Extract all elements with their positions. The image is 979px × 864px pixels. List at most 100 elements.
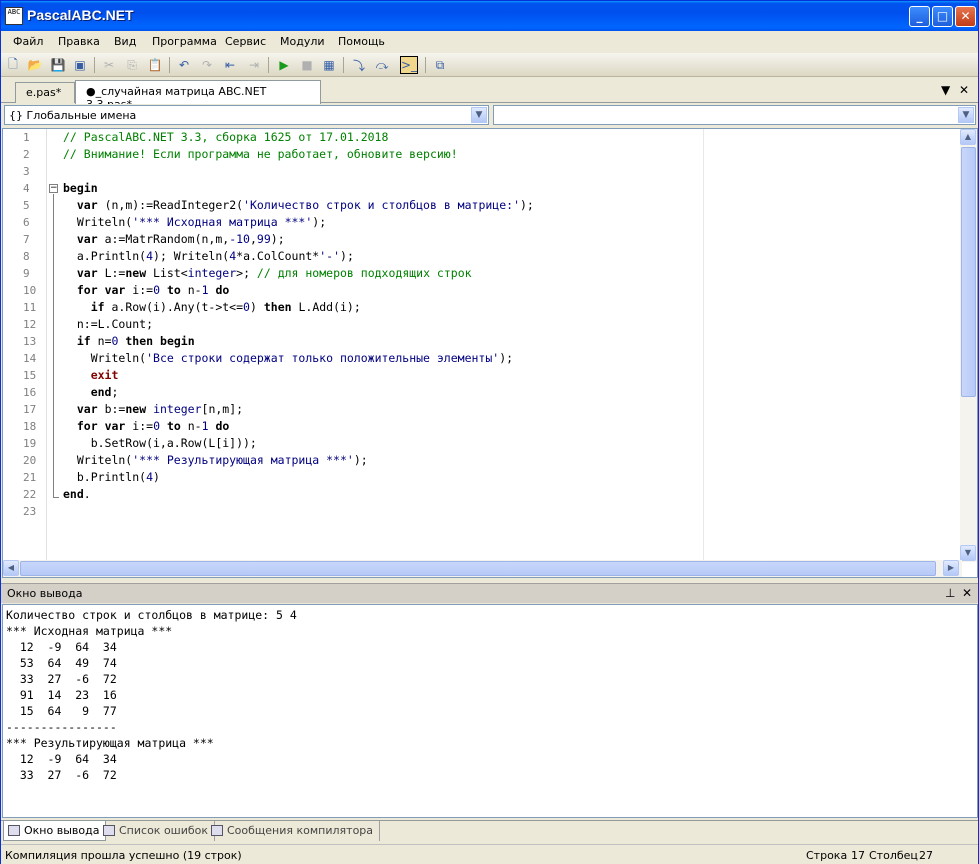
output-line: 33 27 -6 72 — [6, 672, 117, 686]
row-label: Строка — [806, 849, 848, 862]
chevron-down-icon[interactable]: ▼ — [958, 107, 974, 123]
line-number: 16 — [23, 386, 37, 399]
code-line: if n=0 then begin — [76, 334, 195, 348]
line-number: 18 — [23, 420, 37, 433]
save-all-icon[interactable]: ▣ — [71, 56, 89, 74]
tab-compiler-messages[interactable]: Сообщения компилятора — [207, 821, 381, 841]
code-editor[interactable]: 1 2 3 4 5 6 7 8 9 10 11 12 13 14 15 16 17 18 19 20 21 22 23 − … — [2, 128, 978, 578]
app-icon-text: ABC — [7, 8, 21, 16]
line-number: 21 — [23, 471, 37, 484]
tab-output-window[interactable]: Окно вывода — [3, 821, 107, 841]
minimize-icon[interactable]: _ — [909, 6, 930, 27]
code-line: Writeln('Все строки содержат только поло… — [63, 351, 514, 365]
line-gutter: 1 2 3 4 5 6 7 8 9 10 11 12 13 14 15 16 17 18 19 20 21 22 23 — [3, 129, 47, 577]
code-line: end; — [90, 385, 119, 399]
toolbar: 🗋 📂 💾 ▣ ✂ ⎘ 📋 ↶ ↷ ⇤ ⇥ ▶ ■ ▦ ⤵ ⤼ >_ ⧉ — [1, 53, 978, 77]
code-line: var (n,m):=ReadInteger2('Количество стро… — [76, 198, 534, 212]
scope-value: {} Глобальные имена — [9, 109, 137, 122]
close-panel-icon[interactable]: ✕ — [962, 586, 972, 600]
menu-modules[interactable]: Модули — [280, 35, 325, 48]
title-bar[interactable]: ABC PascalABC.NET _ □ ✕ — [1, 1, 978, 31]
paste-icon[interactable]: 📋 — [146, 56, 164, 74]
output-window[interactable]: Количество строк и столбцов в матрице: 5… — [2, 604, 978, 818]
new-file-icon[interactable]: 🗋 — [4, 56, 22, 74]
output-line: Количество строк и столбцов в матрице: 5… — [6, 608, 297, 622]
output-line: 12 -9 64 34 — [6, 752, 117, 766]
scroll-down-icon[interactable]: ▼ — [960, 545, 976, 561]
nav-forward-icon[interactable]: ⇥ — [245, 56, 263, 74]
menu-service[interactable]: Сервис — [225, 35, 266, 48]
copy-icon[interactable]: ⎘ — [123, 56, 141, 74]
menu-help[interactable]: Помощь — [338, 35, 385, 48]
line-number: 4 — [23, 182, 30, 195]
row-value: 17 — [851, 849, 865, 862]
output-window-icon[interactable]: >_ — [400, 56, 418, 74]
open-folder-icon[interactable]: 📂 — [26, 56, 44, 74]
menu-bar: Файл Правка Вид Программа Сервис Модули … — [1, 31, 978, 52]
nav-back-icon[interactable]: ⇤ — [221, 56, 239, 74]
tab-e-pas[interactable]: e.pas* — [15, 82, 75, 103]
line-number: 15 — [23, 369, 37, 382]
pin-icon[interactable]: ⊥ — [945, 586, 955, 600]
tab-list-icon[interactable]: ▼ — [941, 83, 950, 97]
line-number: 12 — [23, 318, 37, 331]
line-number: 19 — [23, 437, 37, 450]
run-icon[interactable]: ▶ — [275, 56, 293, 74]
line-number: 14 — [23, 352, 37, 365]
menu-program[interactable]: Программа — [152, 35, 217, 48]
stop-icon[interactable]: ■ — [298, 56, 316, 74]
compile-icon[interactable]: ▦ — [320, 56, 338, 74]
document-tabs: e.pas* ●_случайная матрица ABC.NET 3.3.p… — [1, 79, 978, 111]
format-code-icon[interactable]: ⧉ — [431, 56, 449, 74]
output-panel-title: Окно вывода — [7, 587, 83, 600]
close-tab-icon[interactable]: ✕ — [959, 83, 969, 97]
tab-label: Список ошибок — [119, 824, 209, 837]
menu-view[interactable]: Вид — [114, 35, 136, 48]
navigation-bar: {} Глобальные имена ▼ ▼ — [1, 104, 978, 126]
line-number: 17 — [23, 403, 37, 416]
code-line: begin — [63, 181, 98, 195]
line-number: 7 — [23, 233, 30, 246]
tab-label: Сообщения компилятора — [227, 824, 374, 837]
member-select[interactable]: ▼ — [493, 105, 976, 125]
maximize-icon[interactable]: □ — [932, 6, 953, 27]
close-icon[interactable]: ✕ — [955, 6, 976, 27]
scroll-right-icon[interactable]: ▶ — [943, 560, 959, 576]
line-number: 22 — [23, 488, 37, 501]
fold-toggle-icon[interactable]: − — [49, 184, 58, 193]
code-line: for var i:=0 to n-1 do — [76, 283, 230, 297]
scope-select[interactable]: {} Глобальные имена ▼ — [4, 105, 489, 125]
step-into-icon[interactable]: ⤵ — [350, 56, 368, 74]
tab-label: Окно вывода — [24, 824, 100, 837]
col-value: 27 — [919, 849, 933, 862]
code-line: b.Println(4) — [63, 470, 160, 484]
save-icon[interactable]: 💾 — [49, 56, 67, 74]
chevron-down-icon[interactable]: ▼ — [471, 107, 487, 123]
code-line: b.SetRow(i,a.Row(L[i])); — [63, 436, 257, 450]
line-number: 23 — [23, 505, 37, 518]
line-number: 2 — [23, 148, 30, 161]
redo-icon[interactable]: ↷ — [198, 56, 216, 74]
editor-horizontal-scrollbar[interactable]: ◀ ▶ — [3, 560, 962, 577]
tab-random-matrix[interactable]: ●_случайная матрица ABC.NET 3.3.pas* — [75, 80, 321, 111]
tab-error-list[interactable]: Список ошибок — [99, 821, 216, 841]
code-line: exit — [90, 368, 119, 382]
error-list-icon — [103, 825, 115, 836]
app-icon[interactable]: ABC — [5, 7, 23, 25]
output-panel-header: Окно вывода ⊥ ✕ — [1, 583, 978, 603]
cut-icon[interactable]: ✂ — [100, 56, 118, 74]
tab-label: e.pas* — [26, 86, 62, 99]
menu-file[interactable]: Файл — [13, 35, 43, 48]
scroll-left-icon[interactable]: ◀ — [3, 560, 19, 576]
menu-edit[interactable]: Правка — [58, 35, 100, 48]
code-line: for var i:=0 to n-1 do — [76, 419, 230, 433]
step-over-icon[interactable]: ⤼ — [373, 56, 391, 74]
line-number: 20 — [23, 454, 37, 467]
undo-icon[interactable]: ↶ — [175, 56, 193, 74]
editor-vertical-scrollbar[interactable]: ▲ ▼ — [960, 129, 977, 562]
scroll-up-icon[interactable]: ▲ — [960, 129, 976, 145]
scroll-thumb[interactable] — [961, 147, 976, 397]
line-number: 13 — [23, 335, 37, 348]
output-line: 33 27 -6 72 — [6, 768, 117, 782]
scroll-thumb[interactable] — [20, 561, 936, 576]
